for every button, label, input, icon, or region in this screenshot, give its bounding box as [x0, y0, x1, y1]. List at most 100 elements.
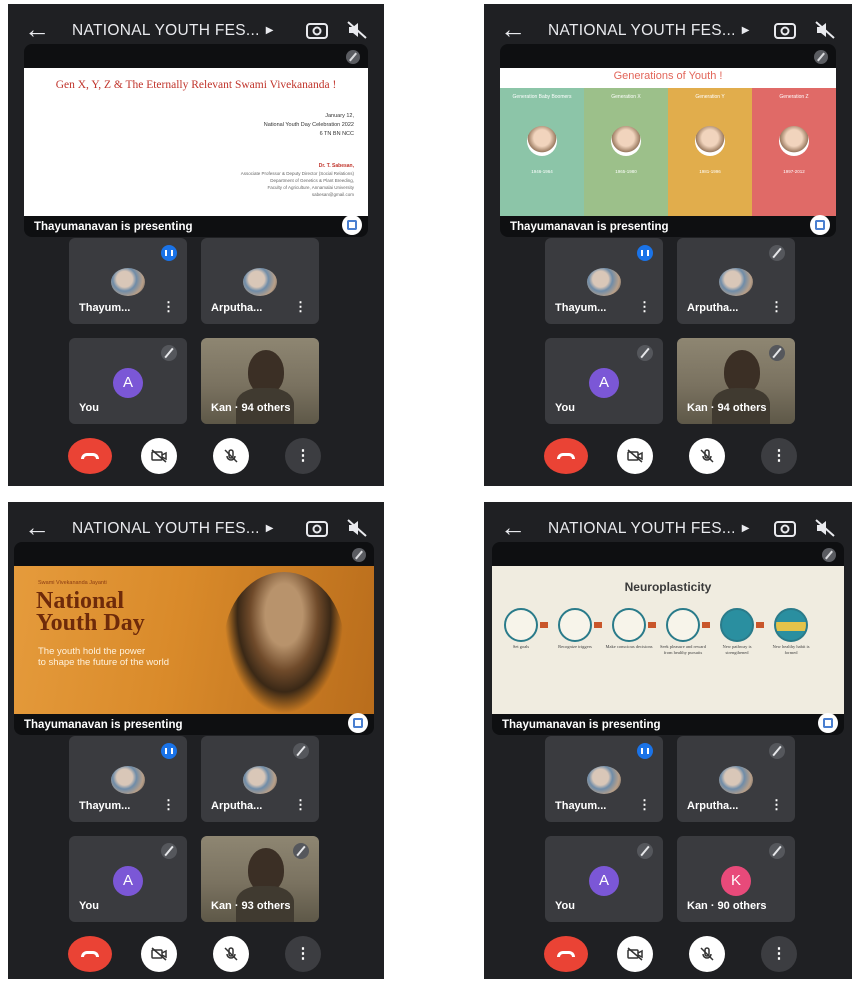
meeting-title[interactable]: NATIONAL YOUTH FES... ▶: [548, 520, 750, 538]
step-label: Seek pleasure and reward from healthy pu…: [659, 644, 707, 655]
generation-column: Generation X 1965-1980: [584, 88, 668, 216]
hang-up-button[interactable]: [544, 438, 588, 474]
participant-tile-others[interactable]: Kan · 94 others: [677, 338, 795, 424]
camera-off-button[interactable]: [141, 438, 177, 474]
fullscreen-icon[interactable]: [810, 215, 830, 235]
slide-author-role: Associate Professor & Deputy Director (S…: [240, 171, 354, 176]
participant-name: Arputha...: [687, 800, 739, 812]
generation-years: 1965-1980: [615, 169, 637, 174]
more-options-icon[interactable]: ⋮: [638, 299, 651, 315]
speaker-off-icon[interactable]: [346, 519, 368, 537]
more-options-button[interactable]: ⋮: [761, 936, 797, 972]
back-arrow-icon[interactable]: ←: [500, 512, 526, 543]
presented-slide: Gen X, Y, Z & The Eternally Relevant Swa…: [24, 68, 368, 216]
mic-off-icon: [700, 449, 714, 463]
slide-event: National Youth Day Celebration 2022: [263, 122, 354, 128]
hang-up-button[interactable]: [68, 936, 112, 972]
camera-off-icon: [151, 449, 167, 463]
avatar: [243, 766, 277, 794]
more-options-button[interactable]: ⋮: [285, 438, 321, 474]
back-arrow-icon[interactable]: ←: [500, 14, 526, 45]
meeting-title[interactable]: NATIONAL YOUTH FES... ▶: [548, 22, 750, 40]
step-label: Set goals: [512, 644, 530, 649]
muted-icon: [161, 345, 177, 361]
presenting-label: Thayumanavan is presenting: [502, 719, 661, 731]
switch-camera-icon[interactable]: [774, 21, 796, 39]
fullscreen-icon[interactable]: [348, 713, 368, 733]
switch-camera-icon[interactable]: [306, 519, 328, 537]
participant-tile[interactable]: Arputha... ⋮: [201, 238, 319, 324]
back-arrow-icon[interactable]: ←: [24, 512, 50, 543]
slide-title: Generations of Youth !: [613, 70, 723, 82]
presentation-area[interactable]: Swami Vivekananda Jayanti National Youth…: [14, 542, 374, 735]
more-options-button[interactable]: ⋮: [285, 936, 321, 972]
caret-right-icon: ▶: [741, 25, 750, 36]
participant-tile[interactable]: A You: [545, 836, 663, 922]
step-label: Recognize triggers: [558, 644, 592, 649]
slide-event-info: January 12, National Youth Day Celebrati…: [264, 112, 354, 139]
participant-tile-others[interactable]: K Kan · 90 others: [677, 836, 795, 922]
generation-column: Generation Y 1981-1996: [668, 88, 752, 216]
meeting-title[interactable]: NATIONAL YOUTH FES... ▶: [72, 520, 274, 538]
mic-off-button[interactable]: [689, 936, 725, 972]
mic-off-button[interactable]: [689, 438, 725, 474]
hang-up-button[interactable]: [68, 438, 112, 474]
participant-tile-others[interactable]: Kan · 93 others: [201, 836, 319, 922]
camera-off-button[interactable]: [617, 438, 653, 474]
participant-tile[interactable]: Thayum... ⋮: [545, 238, 663, 324]
participant-tile[interactable]: Arputha... ⋮: [677, 736, 795, 822]
slide-unit: 6 TN BN NCC: [319, 131, 354, 137]
mic-off-button[interactable]: [213, 936, 249, 972]
participant-tile-others[interactable]: Kan · 94 others: [201, 338, 319, 424]
presentation-area[interactable]: Gen X, Y, Z & The Eternally Relevant Swa…: [24, 44, 368, 237]
fullscreen-icon[interactable]: [818, 713, 838, 733]
meeting-title[interactable]: NATIONAL YOUTH FES... ▶: [72, 22, 274, 40]
more-options-icon[interactable]: ⋮: [294, 797, 307, 813]
mic-off-button[interactable]: [213, 438, 249, 474]
generation-column: Generation Z 1997-2012: [752, 88, 836, 216]
speaker-off-icon[interactable]: [814, 519, 836, 537]
participant-tile[interactable]: Arputha... ⋮: [201, 736, 319, 822]
participant-tile[interactable]: Thayum... ⋮: [69, 736, 187, 822]
muted-icon: [293, 743, 309, 759]
more-options-icon[interactable]: ⋮: [162, 299, 175, 315]
slide-tagline-line: to shape the future of the world: [38, 657, 169, 668]
generation-heading: Generation Baby Boomers: [512, 94, 572, 100]
switch-camera-icon[interactable]: [306, 21, 328, 39]
fullscreen-icon[interactable]: [342, 215, 362, 235]
more-options-icon[interactable]: ⋮: [162, 797, 175, 813]
meet-screenshot-2: ← NATIONAL YOUTH FES... ▶ Generations of …: [484, 4, 852, 486]
process-steps: [500, 608, 836, 648]
presentation-area[interactable]: Neuroplasticity Set goals Recognize trig…: [492, 542, 844, 735]
participant-tile[interactable]: A You: [545, 338, 663, 424]
camera-off-button[interactable]: [617, 936, 653, 972]
participant-name: You: [79, 402, 99, 414]
avatar: [719, 268, 753, 296]
speaker-off-icon[interactable]: [346, 21, 368, 39]
hang-up-button[interactable]: [544, 936, 588, 972]
speaker-off-icon[interactable]: [814, 21, 836, 39]
camera-off-button[interactable]: [141, 936, 177, 972]
switch-camera-icon[interactable]: [774, 519, 796, 537]
more-options-icon[interactable]: ⋮: [638, 797, 651, 813]
presenter-muted-icon: [822, 548, 836, 562]
more-options-icon[interactable]: ⋮: [770, 797, 783, 813]
step-label: Make conscious decisions: [605, 644, 653, 649]
participant-tile[interactable]: A You: [69, 836, 187, 922]
participant-tile[interactable]: Arputha... ⋮: [677, 238, 795, 324]
more-options-icon[interactable]: ⋮: [770, 299, 783, 315]
back-arrow-icon[interactable]: ←: [24, 14, 50, 45]
avatar: A: [113, 866, 143, 896]
caret-right-icon: ▶: [741, 523, 750, 534]
muted-icon: [769, 843, 785, 859]
participant-tile[interactable]: A You: [69, 338, 187, 424]
participant-tile[interactable]: Thayum... ⋮: [545, 736, 663, 822]
more-options-icon[interactable]: ⋮: [294, 299, 307, 315]
arrow-right-icon: [594, 622, 602, 628]
more-options-button[interactable]: ⋮: [761, 438, 797, 474]
participant-tile[interactable]: Thayum... ⋮: [69, 238, 187, 324]
speaking-indicator-icon: [637, 245, 653, 261]
presentation-area[interactable]: Generations of Youth ! Generation Baby B…: [500, 44, 836, 237]
participant-name: Thayum...: [555, 800, 607, 812]
pathway-icon: [720, 608, 754, 642]
